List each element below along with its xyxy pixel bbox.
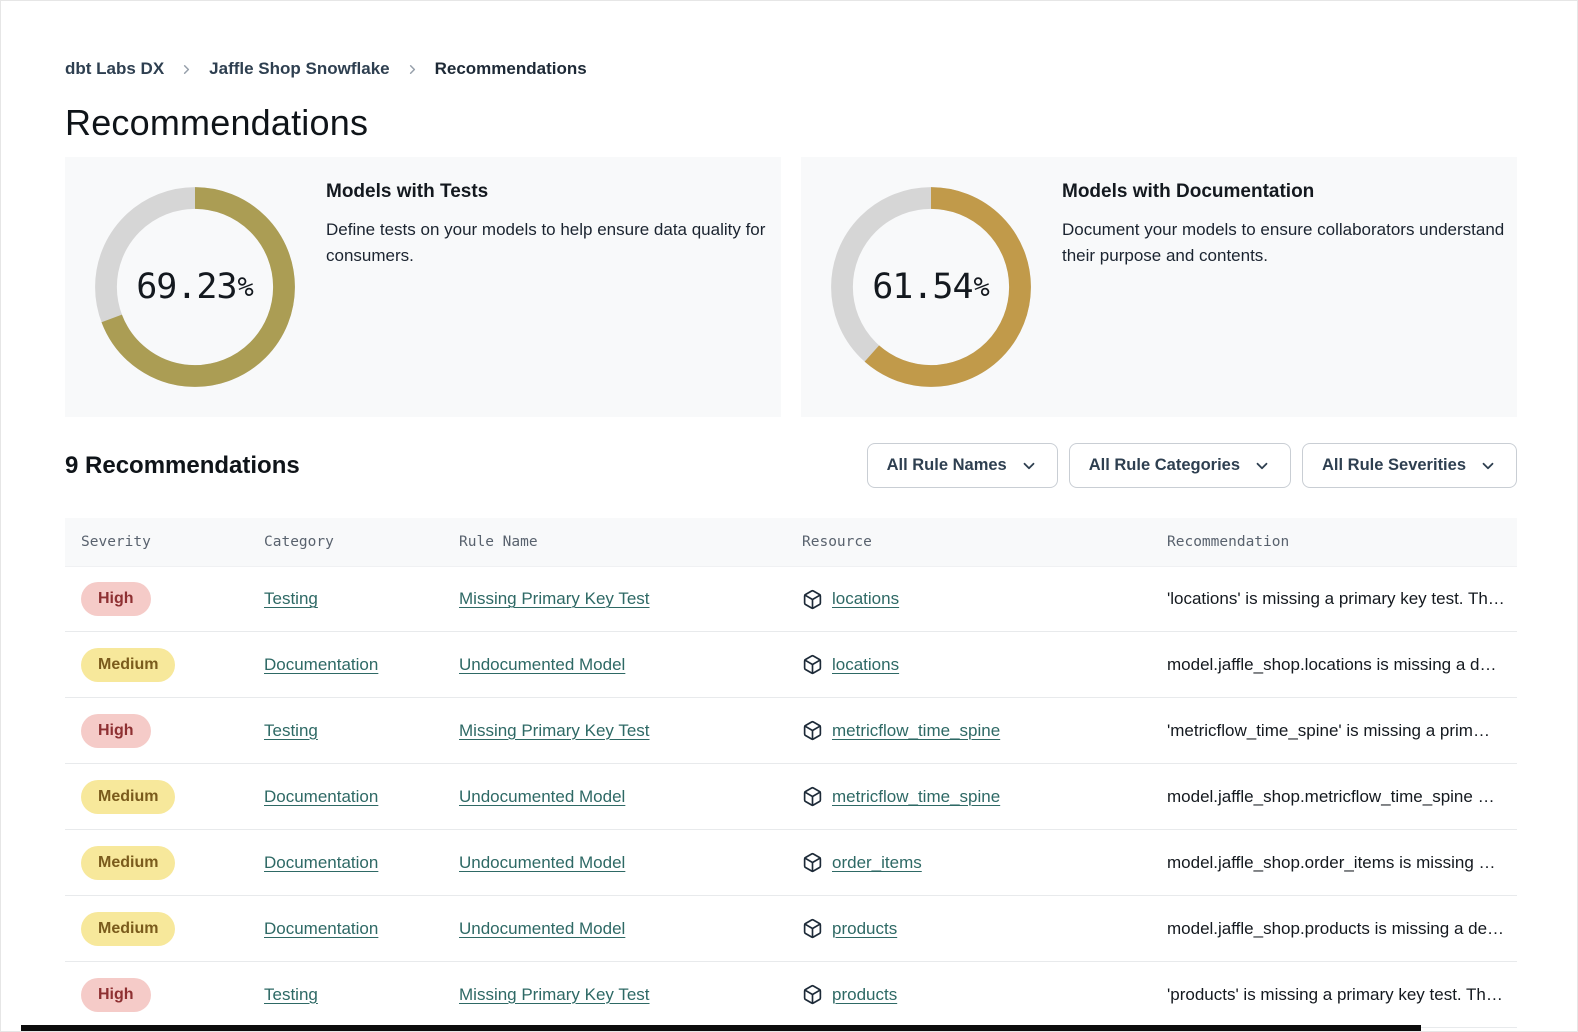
rule-names-filter-dropdown[interactable]: All Rule Names: [867, 443, 1058, 488]
card-description: Document your models to ensure collabora…: [1062, 217, 1514, 269]
severity-badge: Medium: [81, 780, 175, 814]
resource-link[interactable]: order_items: [832, 853, 922, 873]
category-link[interactable]: Testing: [264, 589, 318, 608]
column-header-recommendation: Recommendation: [1151, 534, 1517, 550]
model-cube-icon: [802, 786, 823, 807]
chevron-right-icon: [179, 62, 194, 77]
breadcrumb-item-current: Recommendations: [435, 59, 587, 79]
recommendation-text: 'metricflow_time_spine' is missing a pri…: [1167, 721, 1504, 740]
chevron-down-icon: [1479, 457, 1497, 475]
model-cube-icon: [802, 654, 823, 675]
model-cube-icon: [802, 984, 823, 1005]
category-link[interactable]: Testing: [264, 721, 318, 740]
chevron-right-icon: [405, 62, 420, 77]
recommendation-text: model.jaffle_shop.locations is missing a…: [1167, 655, 1510, 674]
model-cube-icon: [802, 589, 823, 610]
card-description: Define tests on your models to help ensu…: [326, 217, 778, 269]
severity-badge: Medium: [81, 846, 175, 880]
recommendation-text: 'locations' is missing a primary key tes…: [1167, 589, 1517, 608]
table-row: Medium Documentation Undocumented Model …: [65, 764, 1517, 830]
table-row: High Testing Missing Primary Key Test lo…: [65, 566, 1517, 632]
rule-name-link[interactable]: Missing Primary Key Test: [459, 721, 650, 740]
rule-name-link[interactable]: Undocumented Model: [459, 853, 625, 872]
severity-badge: High: [81, 714, 151, 748]
tests-donut-chart: 69.23%: [86, 178, 304, 396]
category-link[interactable]: Documentation: [264, 919, 378, 938]
table-row: Medium Documentation Undocumented Model …: [65, 830, 1517, 896]
filter-bar: All Rule Names All Rule Categories All R…: [867, 443, 1517, 488]
rule-name-link[interactable]: Missing Primary Key Test: [459, 589, 650, 608]
documentation-percentage: 61.54%: [822, 178, 1040, 396]
table-row: High Testing Missing Primary Key Test me…: [65, 698, 1517, 764]
model-cube-icon: [802, 852, 823, 873]
breadcrumb-item-account[interactable]: dbt Labs DX: [65, 59, 164, 79]
recommendation-text: model.jaffle_shop.order_items is missing…: [1167, 853, 1510, 872]
chevron-down-icon: [1253, 457, 1271, 475]
models-with-tests-card: 69.23% Models with Tests Define tests on…: [65, 157, 781, 417]
rule-severities-filter-dropdown[interactable]: All Rule Severities: [1302, 443, 1517, 488]
metric-cards: 69.23% Models with Tests Define tests on…: [65, 157, 1517, 417]
model-cube-icon: [802, 720, 823, 741]
rule-name-link[interactable]: Undocumented Model: [459, 655, 625, 674]
table-header: Severity Category Rule Name Resource Rec…: [65, 518, 1517, 566]
list-header: 9 Recommendations All Rule Names All Rul…: [65, 443, 1517, 488]
bottom-progress-bar: [21, 1025, 1421, 1031]
models-with-documentation-card: 61.54% Models with Documentation Documen…: [801, 157, 1517, 417]
severity-badge: Medium: [81, 912, 175, 946]
column-header-rule-name: Rule Name: [443, 534, 786, 550]
rule-name-link[interactable]: Undocumented Model: [459, 787, 625, 806]
severity-badge: Medium: [81, 648, 175, 682]
recommendations-table: Severity Category Rule Name Resource Rec…: [65, 518, 1517, 1028]
severity-badge: High: [81, 978, 151, 1012]
resource-link[interactable]: metricflow_time_spine: [832, 787, 1000, 807]
table-row: High Testing Missing Primary Key Test pr…: [65, 962, 1517, 1028]
resource-link[interactable]: products: [832, 919, 897, 939]
chevron-down-icon: [1020, 457, 1038, 475]
card-title-models-with-documentation: Models with Documentation: [1062, 181, 1532, 203]
recommendations-page: dbt Labs DX Jaffle Shop Snowflake Recomm…: [1, 1, 1578, 1028]
resource-link[interactable]: products: [832, 985, 897, 1005]
rule-name-link[interactable]: Missing Primary Key Test: [459, 985, 650, 1004]
page-title: Recommendations: [65, 101, 1517, 145]
card-title-models-with-tests: Models with Tests: [326, 181, 796, 203]
category-link[interactable]: Testing: [264, 985, 318, 1004]
rule-categories-filter-dropdown[interactable]: All Rule Categories: [1069, 443, 1291, 488]
documentation-donut-chart: 61.54%: [822, 178, 1040, 396]
resource-link[interactable]: metricflow_time_spine: [832, 721, 1000, 741]
severity-badge: High: [81, 582, 151, 616]
recommendation-text: 'products' is missing a primary key test…: [1167, 985, 1517, 1004]
breadcrumb: dbt Labs DX Jaffle Shop Snowflake Recomm…: [65, 59, 1517, 79]
table-row: Medium Documentation Undocumented Model …: [65, 896, 1517, 962]
breadcrumb-item-project[interactable]: Jaffle Shop Snowflake: [209, 59, 389, 79]
table-row: Medium Documentation Undocumented Model …: [65, 632, 1517, 698]
category-link[interactable]: Documentation: [264, 787, 378, 806]
column-header-severity: Severity: [65, 534, 248, 550]
category-link[interactable]: Documentation: [264, 655, 378, 674]
category-link[interactable]: Documentation: [264, 853, 378, 872]
rule-name-link[interactable]: Undocumented Model: [459, 919, 625, 938]
model-cube-icon: [802, 918, 823, 939]
column-header-category: Category: [248, 534, 443, 550]
recommendation-text: model.jaffle_shop.products is missing a …: [1167, 919, 1517, 938]
recommendation-text: model.jaffle_shop.metricflow_time_spine …: [1167, 787, 1509, 806]
resource-link[interactable]: locations: [832, 655, 899, 675]
resource-link[interactable]: locations: [832, 589, 899, 609]
recommendations-count: 9 Recommendations: [65, 452, 300, 480]
tests-percentage: 69.23%: [86, 178, 304, 396]
column-header-resource: Resource: [786, 534, 1151, 550]
